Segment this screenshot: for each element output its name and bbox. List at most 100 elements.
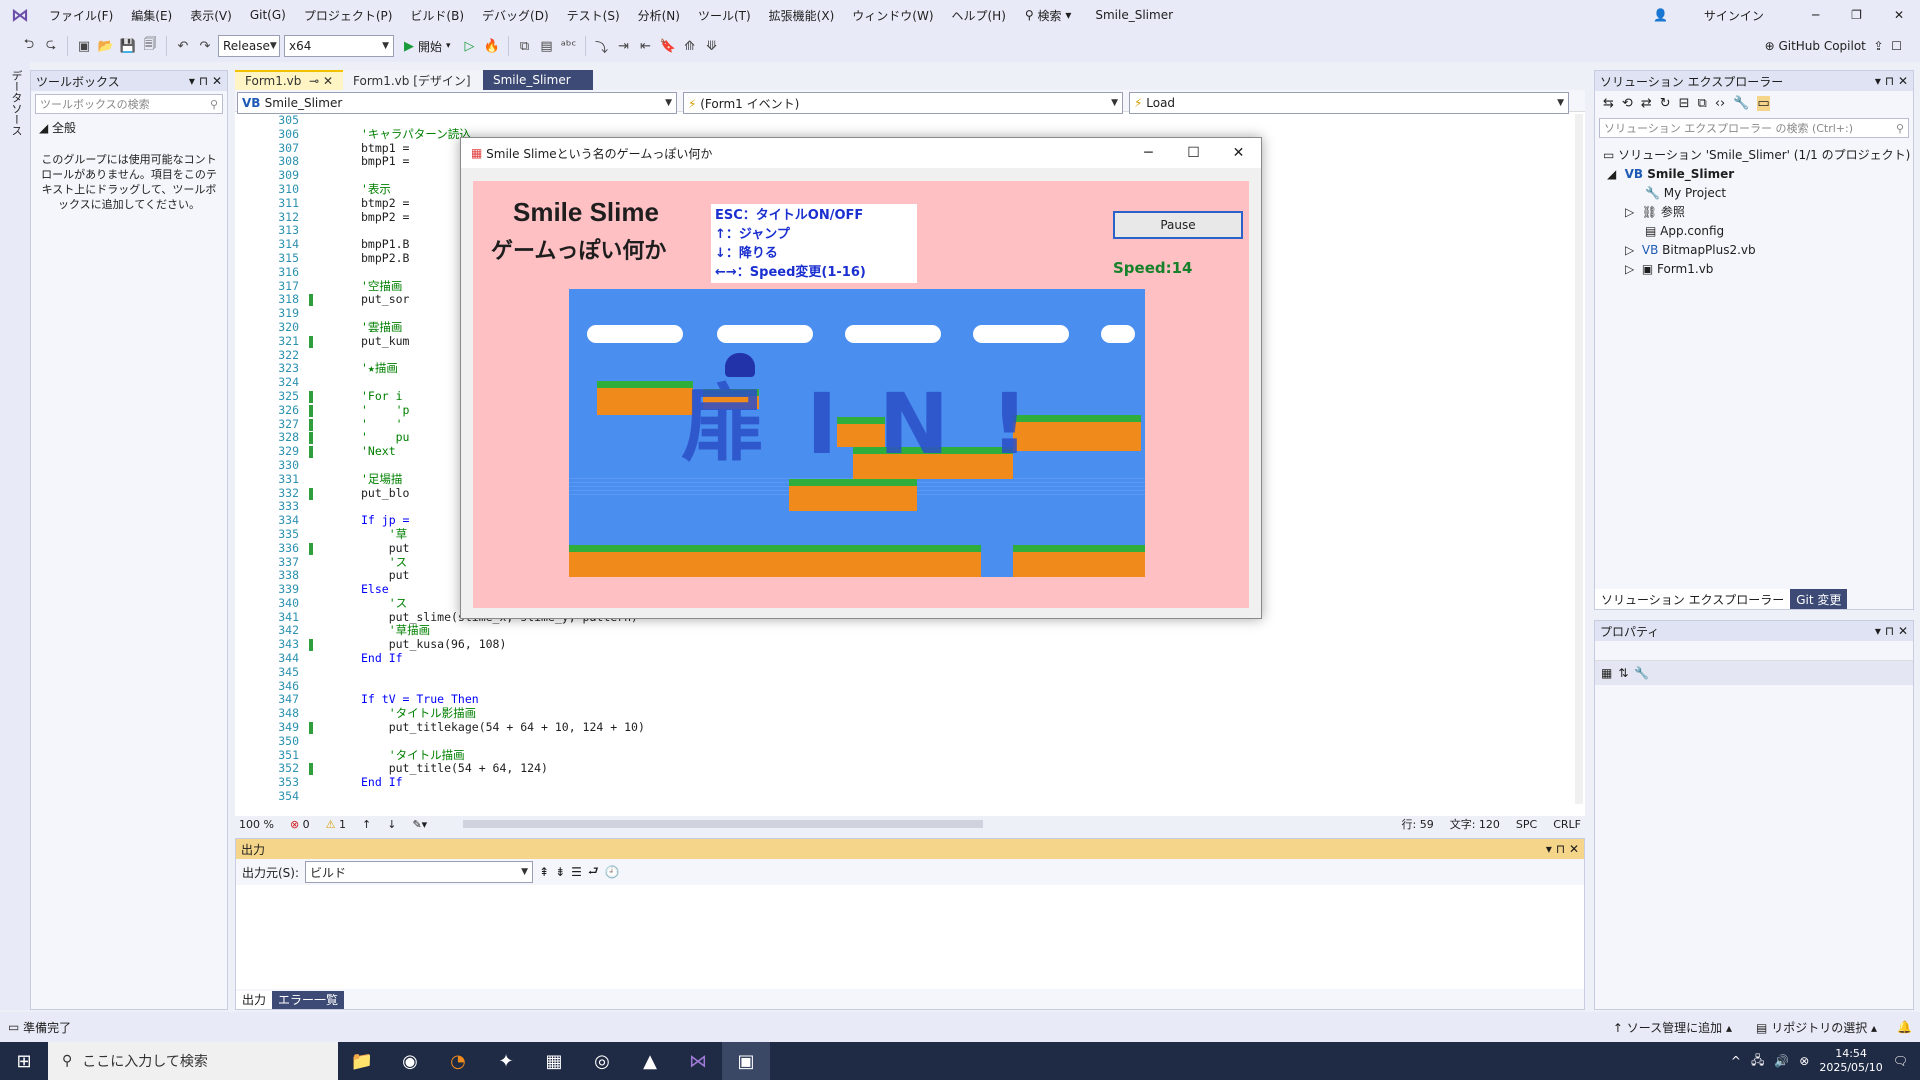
app-grid-icon[interactable]: ▦ <box>530 1042 578 1080</box>
visual-studio-icon[interactable]: ⋈ <box>674 1042 722 1080</box>
platform-combo[interactable]: x64 ▼ <box>284 35 394 57</box>
redo-icon[interactable]: ↷ <box>196 37 214 55</box>
back-icon[interactable]: ⮌ <box>20 37 38 55</box>
clear-all-icon[interactable]: ☰ <box>571 865 582 879</box>
menu-git[interactable]: Git(G) <box>241 8 295 22</box>
error-count[interactable]: ⊗ 0 <box>290 818 310 831</box>
tab-form1-design[interactable]: Form1.vb [デザイン] <box>343 70 483 90</box>
paint-icon[interactable]: ▲ <box>626 1042 674 1080</box>
source-control-button[interactable]: ↑ ソース管理に追加 ▴ <box>1613 1019 1732 1036</box>
visual-studio-logo-icon[interactable]: ⋈ <box>0 5 40 26</box>
tree-item-form1[interactable]: ▷ ▣ Form1.vb <box>1595 259 1913 278</box>
sync-icon[interactable]: ⇆ <box>1603 96 1614 111</box>
close-button[interactable]: ✕ <box>1878 8 1920 22</box>
menu-analyze[interactable]: 分析(N) <box>629 7 689 24</box>
game-canvas[interactable]: 扉 I N ! <box>569 289 1145 577</box>
save-icon[interactable]: 💾 <box>119 37 137 55</box>
close-icon[interactable]: ✕ <box>1898 624 1908 638</box>
solution-config-icon[interactable]: ⧉ <box>516 37 534 55</box>
code-line[interactable]: 351 'タイトル描画 <box>235 748 1575 763</box>
start-without-debug-icon[interactable]: ▷ <box>461 37 479 55</box>
forward-icon[interactable]: ⮎ <box>42 37 60 55</box>
layout-icon[interactable]: ▤ <box>538 37 556 55</box>
menu-test[interactable]: テスト(S) <box>558 7 629 24</box>
bookmark-next-icon[interactable]: ⟱ <box>703 37 721 55</box>
tray-app-icon[interactable]: ⊗ <box>1799 1054 1809 1068</box>
object-nav-combo[interactable]: ⚡ (Form1 イベント) ▼ <box>683 92 1123 114</box>
tab-output[interactable]: 出力 <box>236 991 273 1009</box>
tab-error-list[interactable]: エラー一覧 <box>272 991 345 1009</box>
save-all-icon[interactable]: 🗐 <box>141 37 159 55</box>
member-nav-combo[interactable]: ⚡ Load ▼ <box>1129 92 1569 114</box>
volume-icon[interactable]: 🔊 <box>1774 1054 1789 1068</box>
properties-object-combo[interactable] <box>1595 641 1913 661</box>
code-line[interactable]: 342 '草描画 <box>235 624 1575 638</box>
code-line[interactable]: 344 End If <box>235 651 1575 666</box>
file-explorer-icon[interactable]: 📁 <box>338 1042 386 1080</box>
solution-search-input[interactable]: ソリューション エクスプローラー の検索 (Ctrl+:) ⚲ <box>1599 118 1909 138</box>
config-combo[interactable]: Release ▼ <box>218 35 280 57</box>
up-arrow-icon[interactable]: ↑ <box>362 818 371 831</box>
pin-icon[interactable]: ▾ ⊓ <box>1546 842 1565 856</box>
step-icon[interactable]: ⤵ <box>593 37 611 56</box>
preview-icon[interactable]: ▭ <box>1757 95 1770 111</box>
pause-button[interactable]: Pause <box>1113 211 1243 239</box>
menu-build[interactable]: ビルド(B) <box>401 7 473 24</box>
collapse-all-icon[interactable]: ⊟ <box>1679 96 1690 111</box>
goto-prev-icon[interactable]: ⇞ <box>539 865 549 879</box>
horizontal-scrollbar[interactable] <box>463 820 984 828</box>
restore-button[interactable]: ❐ <box>1835 8 1878 22</box>
game-minimize-button[interactable]: ─ <box>1126 145 1171 161</box>
krita-icon[interactable]: ✦ <box>482 1042 530 1080</box>
start-button[interactable]: ▶ 開始 ▾ <box>398 38 457 55</box>
word-wrap-icon[interactable]: ⮐ <box>588 862 599 883</box>
code-view-icon[interactable]: ‹› <box>1715 96 1725 111</box>
spellcheck-icon[interactable]: ᵃᵇᶜ <box>560 37 578 55</box>
open-folder-icon[interactable]: 📂 <box>97 37 115 55</box>
menu-file[interactable]: ファイル(F) <box>40 7 122 24</box>
project-nav-combo[interactable]: VB Smile_Slimer ▼ <box>237 92 677 114</box>
tree-item-references[interactable]: ▷ ⛓ 参照 <box>1595 202 1913 221</box>
close-icon[interactable]: ✕ <box>1569 842 1579 856</box>
refresh-icon[interactable]: ↻ <box>1660 96 1671 111</box>
pin-icon[interactable]: ⊸ <box>309 74 319 88</box>
code-line[interactable]: 349 put_titlekage(54 + 64 + 10, 124 + 10… <box>235 720 1575 735</box>
new-project-icon[interactable]: ▣ <box>75 37 93 55</box>
action-center-icon[interactable]: 🗨 <box>1893 1054 1908 1068</box>
cleanup-icon[interactable]: ✎▾ <box>412 818 427 831</box>
code-line[interactable]: 343 put_kusa(96, 108) <box>235 637 1575 652</box>
code-line[interactable]: 305 <box>235 114 1575 128</box>
code-line[interactable]: 353 End If <box>235 775 1575 790</box>
search-button[interactable]: ⚲ 検索 ▾ <box>1015 7 1081 24</box>
windows-start-icon[interactable]: ⊞ <box>0 1042 48 1080</box>
code-line[interactable]: 347 If tV = True Then <box>235 693 1575 707</box>
obs-icon[interactable]: ◎ <box>578 1042 626 1080</box>
blender-icon[interactable]: ◔ <box>434 1042 482 1080</box>
menu-edit[interactable]: 編集(E) <box>122 7 181 24</box>
output-text-area[interactable] <box>236 885 1584 989</box>
categorized-icon[interactable]: ▦ <box>1601 666 1612 680</box>
menu-debug[interactable]: デバッグ(D) <box>473 7 558 24</box>
zoom-level[interactable]: 100 % <box>239 818 274 831</box>
property-pages-icon[interactable]: 🔧 <box>1634 666 1649 680</box>
code-line[interactable]: 346 <box>235 679 1575 694</box>
down-arrow-icon[interactable]: ↓ <box>387 818 396 831</box>
close-icon[interactable]: ✕ <box>323 74 333 88</box>
tree-item-solution[interactable]: ▭ ソリューション 'Smile_Slimer' (1/1 のプロジェクト) <box>1595 145 1913 164</box>
game-close-button[interactable]: ✕ <box>1216 145 1261 161</box>
tab-form1-vb[interactable]: Form1.vb ⊸ ✕ <box>235 70 343 90</box>
tab-solution-explorer[interactable]: ソリューション エクスプローラー <box>1595 589 1791 609</box>
game-app-icon[interactable]: ▣ <box>722 1042 770 1080</box>
outdent-icon[interactable]: ⇤ <box>637 37 655 55</box>
indent-icon[interactable]: ⇥ <box>615 37 633 55</box>
menu-view[interactable]: 表示(V) <box>181 7 241 24</box>
goto-next-icon[interactable]: ⇟ <box>555 865 565 879</box>
menu-help[interactable]: ヘルプ(H) <box>943 7 1015 24</box>
output-source-combo[interactable]: ビルド ▼ <box>305 861 534 883</box>
signin-button[interactable]: 👤 サインイン <box>1621 7 1796 24</box>
pin-icon[interactable]: ▾ ⊓ <box>1875 624 1894 638</box>
properties-wrench-icon[interactable]: 🔧 <box>1733 96 1749 111</box>
undo-icon[interactable]: ↶ <box>174 37 192 55</box>
taskbar-search-input[interactable]: ⚲ ここに入力して検索 <box>48 1042 338 1080</box>
game-maximize-button[interactable]: ☐ <box>1171 145 1216 161</box>
